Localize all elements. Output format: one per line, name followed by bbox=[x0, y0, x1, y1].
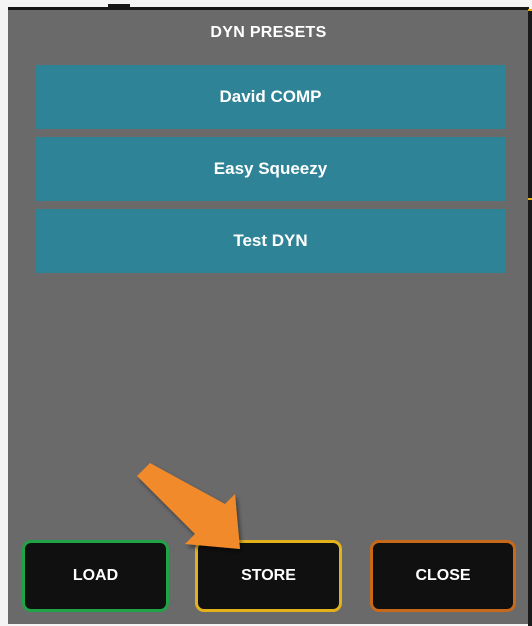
preset-item[interactable]: David COMP bbox=[36, 65, 505, 129]
panel-title: DYN PRESETS bbox=[210, 24, 327, 41]
panel-right-edge bbox=[528, 9, 532, 626]
load-button[interactable]: LOAD bbox=[22, 540, 169, 612]
store-button[interactable]: STORE bbox=[195, 540, 342, 612]
close-button[interactable]: CLOSE bbox=[370, 540, 516, 612]
edge-marker bbox=[528, 198, 532, 200]
preset-list: David COMP Easy Squeezy Test DYN bbox=[36, 65, 505, 281]
preset-item[interactable]: Easy Squeezy bbox=[36, 137, 505, 201]
preset-item[interactable]: Test DYN bbox=[36, 209, 505, 273]
edge-marker bbox=[528, 9, 532, 11]
panel-top-edge bbox=[8, 7, 529, 10]
panel-top-notch bbox=[108, 4, 130, 8]
